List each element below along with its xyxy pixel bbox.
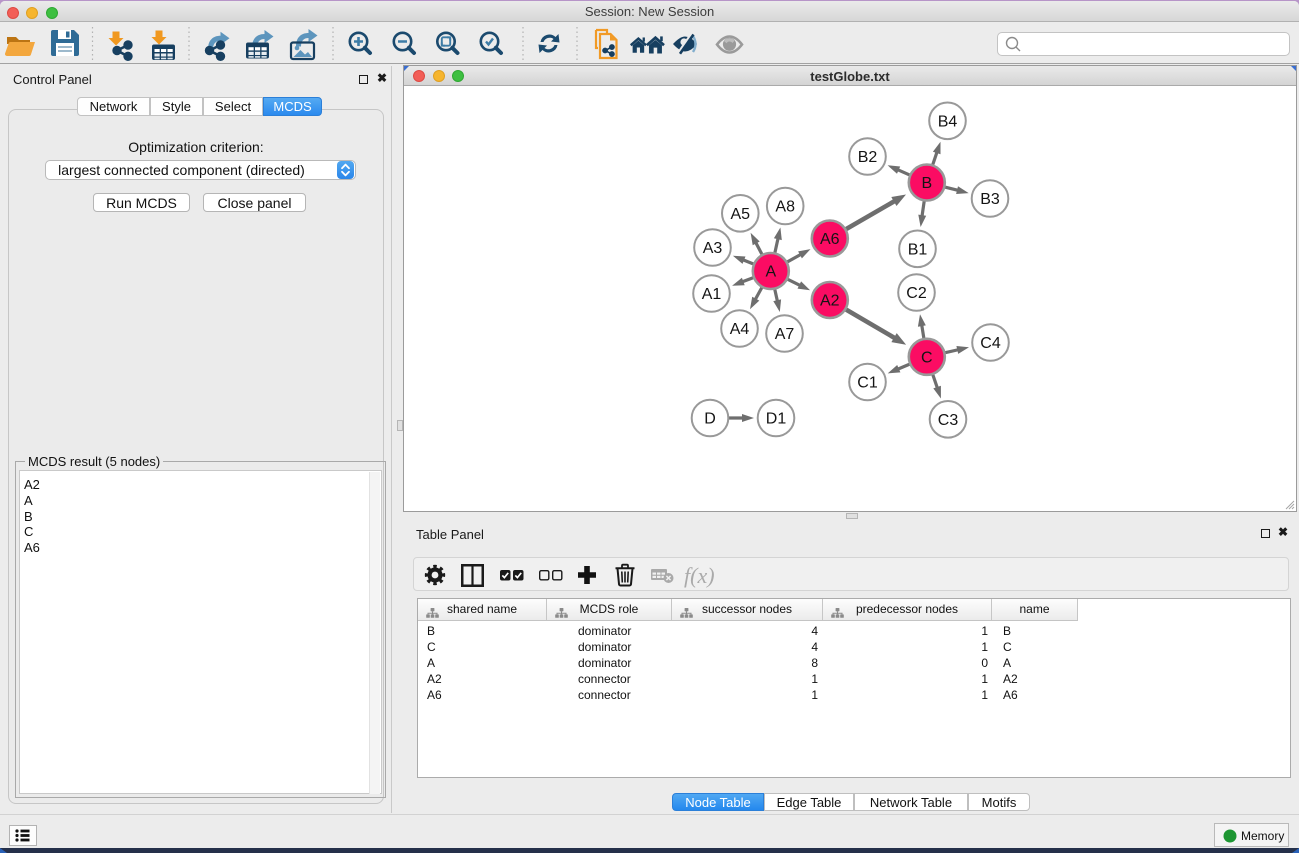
svg-text:B1: B1 (908, 241, 928, 258)
svg-text:B3: B3 (980, 191, 1000, 208)
svg-text:A3: A3 (703, 240, 723, 257)
svg-text:A1: A1 (702, 286, 722, 303)
svg-text:D1: D1 (766, 411, 787, 428)
svg-text:B4: B4 (938, 113, 958, 130)
svg-text:C1: C1 (857, 375, 878, 392)
svg-text:B: B (921, 175, 932, 192)
svg-text:D: D (704, 411, 716, 428)
svg-text:A4: A4 (730, 321, 750, 338)
svg-text:A6: A6 (820, 231, 840, 248)
svg-text:B2: B2 (858, 149, 878, 166)
svg-text:A2: A2 (820, 293, 840, 310)
svg-text:A: A (765, 264, 776, 281)
svg-text:A7: A7 (775, 326, 795, 343)
svg-text:C2: C2 (906, 285, 927, 302)
svg-text:A5: A5 (731, 206, 751, 223)
svg-text:A8: A8 (775, 199, 795, 216)
svg-text:C4: C4 (980, 335, 1001, 352)
svg-text:f(x): f(x) (684, 563, 715, 588)
svg-text:C: C (921, 349, 933, 366)
svg-text:C3: C3 (938, 412, 959, 429)
